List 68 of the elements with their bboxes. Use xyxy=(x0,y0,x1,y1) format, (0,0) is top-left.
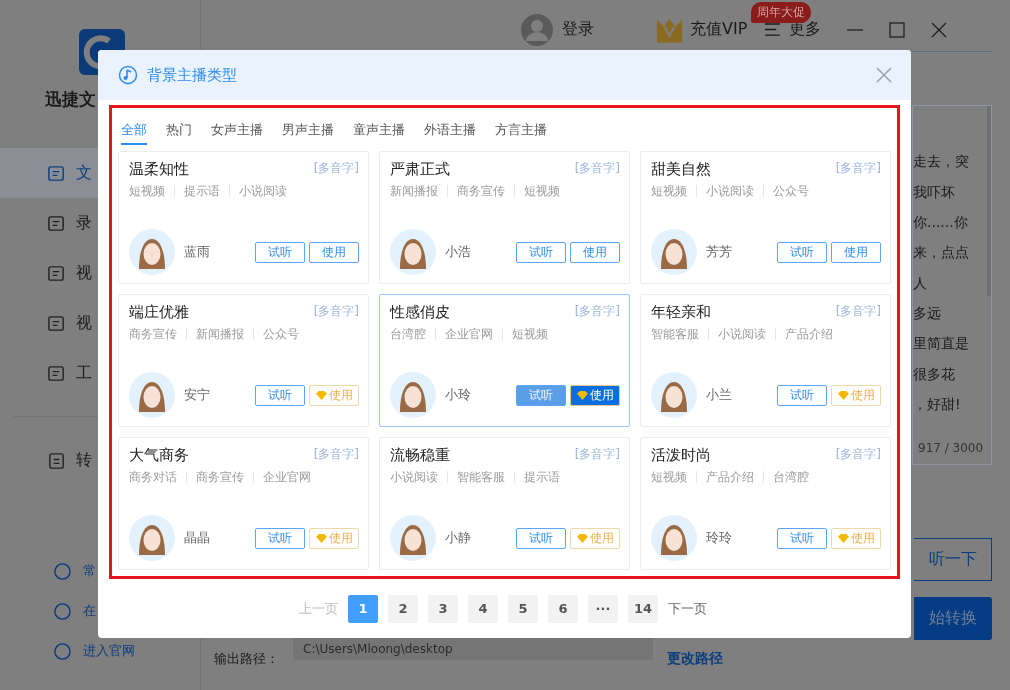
voice-style: 严肃正式 xyxy=(390,160,450,179)
usage-tag: 提示语 xyxy=(514,471,569,483)
usage-tag: 小说阅读 xyxy=(696,185,763,197)
usage-tag: 商务宣传 xyxy=(186,471,253,483)
dialog-title: 背景主播类型 xyxy=(147,65,238,85)
usage-tag: 提示语 xyxy=(174,185,229,197)
promo-badge: 周年大促 xyxy=(751,2,811,23)
usage-tag: 新闻播报 xyxy=(186,328,253,340)
text-line: ，好甜! xyxy=(913,395,962,415)
voice-style: 温柔知性 xyxy=(129,160,189,179)
voice-name: 小浩 xyxy=(445,243,472,261)
usage-tag: 小说阅读 xyxy=(229,185,296,197)
usage-tag: 产品介绍 xyxy=(775,328,842,340)
voice-style: 甜美自然 xyxy=(651,160,711,179)
usage-tag: 短视频 xyxy=(651,185,696,197)
polyphone-tag: [多音字] xyxy=(313,160,359,177)
character-counter: 917 / 3000 xyxy=(918,441,984,456)
polyphone-tag: [多音字] xyxy=(574,446,620,463)
usage-tag: 新闻播报 xyxy=(390,185,447,197)
polyphone-tag: [多音字] xyxy=(313,303,359,320)
voice-name: 玲玲 xyxy=(706,529,733,547)
text-line: 人 xyxy=(913,273,928,293)
usage-tag: 商务宣传 xyxy=(447,185,514,197)
text-line: 很多花 xyxy=(913,364,956,384)
usage-tag: 小说阅读 xyxy=(390,471,447,483)
voice-name: 小玲 xyxy=(445,386,472,404)
usage-tag: 产品介绍 xyxy=(696,471,763,483)
output-path-label: 输出路径： xyxy=(214,650,279,669)
app-name: 迅捷文 xyxy=(45,88,97,111)
voice-name: 晶晶 xyxy=(184,529,211,547)
usage-tag: 台湾腔 xyxy=(390,328,435,340)
text-line: 我吓坏 xyxy=(913,182,956,202)
voice-style: 流畅稳重 xyxy=(390,446,450,465)
usage-tag: 智能客服 xyxy=(651,328,708,340)
voice-style: 活泼时尚 xyxy=(651,446,711,465)
voice-style: 年轻亲和 xyxy=(651,303,711,322)
polyphone-tag: [多音字] xyxy=(835,160,881,177)
voice-style: 大气商务 xyxy=(129,446,189,465)
usage-tag: 智能客服 xyxy=(447,471,514,483)
text-line: 走去，突 xyxy=(913,152,970,172)
polyphone-tag: [多音字] xyxy=(574,303,620,320)
text-line: 里简直是 xyxy=(913,334,970,354)
usage-tag: 短视频 xyxy=(514,185,569,197)
voice-style: 端庄优雅 xyxy=(129,303,189,322)
usage-tag: 小说阅读 xyxy=(708,328,775,340)
voice-name: 小静 xyxy=(445,529,472,547)
usage-tag: 公众号 xyxy=(763,185,818,197)
usage-tag: 商务对话 xyxy=(129,471,186,483)
usage-tag: 公众号 xyxy=(253,328,308,340)
voice-name: 芳芳 xyxy=(706,243,733,261)
polyphone-tag: [多音字] xyxy=(313,446,359,463)
polyphone-tag: [多音字] xyxy=(835,303,881,320)
polyphone-tag: [多音字] xyxy=(574,160,620,177)
text-line: 你......你 xyxy=(913,212,969,232)
usage-tag: 商务宣传 xyxy=(129,328,186,340)
voice-name: 小兰 xyxy=(706,386,733,404)
usage-tag: 企业官网 xyxy=(435,328,502,340)
usage-tag: 台湾腔 xyxy=(763,471,818,483)
voice-style: 性感俏皮 xyxy=(390,303,450,322)
voice-name: 蓝雨 xyxy=(184,243,211,261)
text-line: 多远 xyxy=(913,304,942,324)
voice-name: 安宁 xyxy=(184,386,211,404)
polyphone-tag: [多音字] xyxy=(835,446,881,463)
usage-tag: 企业官网 xyxy=(253,471,320,483)
usage-tag: 短视频 xyxy=(129,185,174,197)
usage-tag: 短视频 xyxy=(502,328,557,340)
text-line: 来，点点 xyxy=(913,243,970,263)
usage-tag: 短视频 xyxy=(651,471,696,483)
